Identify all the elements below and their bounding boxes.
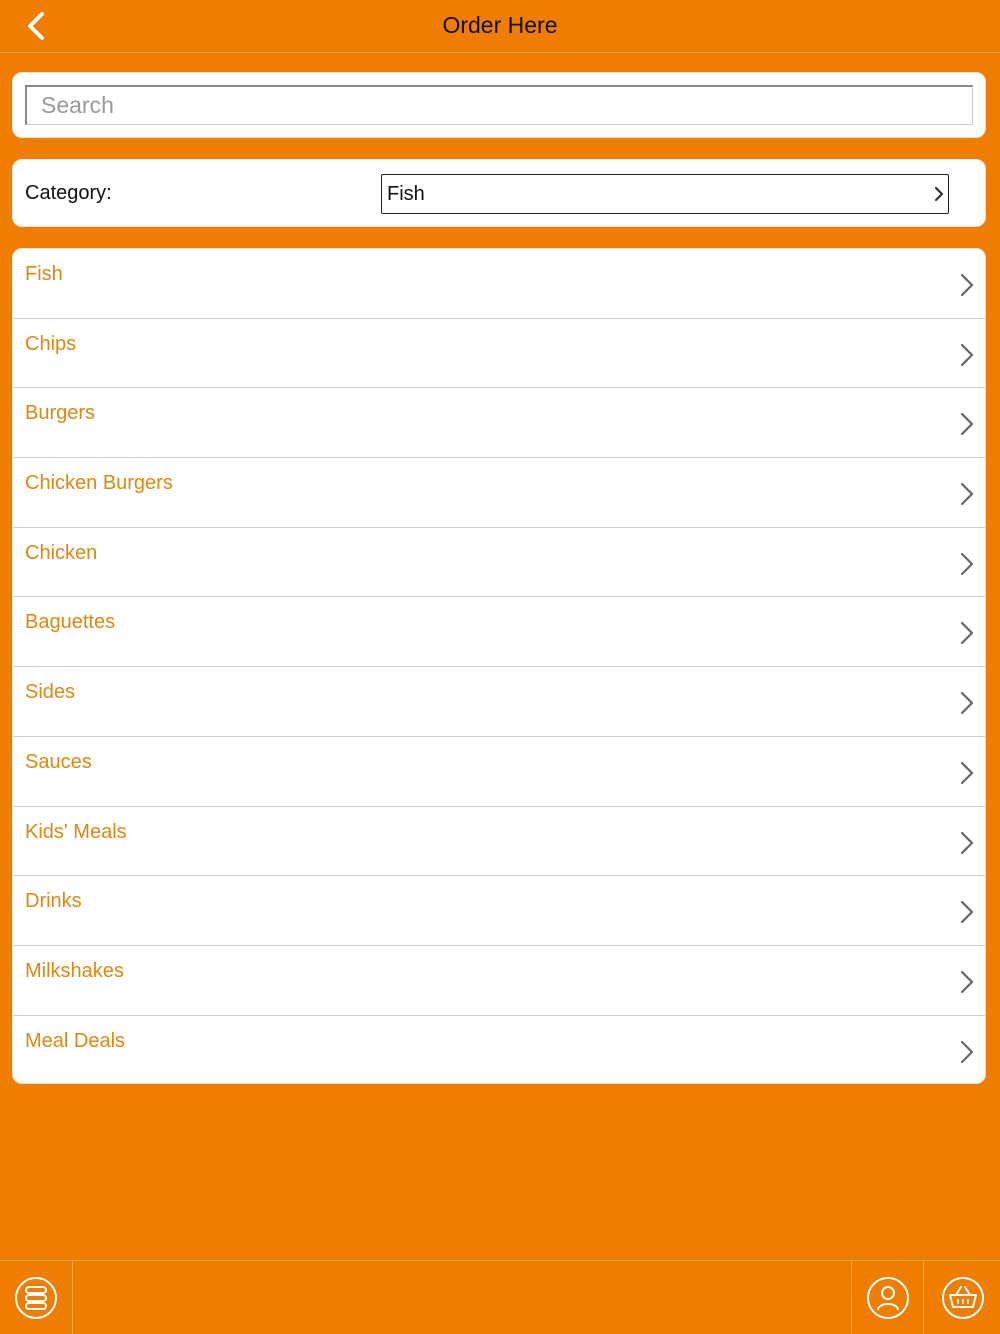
user-icon: [866, 1276, 909, 1319]
list-item-label: Fish: [25, 263, 63, 285]
list-item[interactable]: Meal Deals: [13, 1016, 985, 1083]
category-selected-value: Fish: [387, 183, 425, 205]
category-select[interactable]: Fish: [381, 174, 949, 214]
bottom-tab-bar: [0, 1260, 1000, 1334]
chevron-right-icon: [960, 413, 974, 436]
chevron-right-icon: [960, 622, 974, 645]
page-title: Order Here: [442, 12, 558, 38]
list-item[interactable]: Burgers: [13, 388, 985, 459]
list-item-label: Burgers: [25, 402, 96, 425]
list-item[interactable]: Chicken: [13, 528, 985, 598]
chevron-right-icon: [960, 1040, 974, 1063]
chevron-right-icon: [934, 186, 944, 202]
list-item[interactable]: Baguettes: [13, 597, 985, 668]
list-item-label: Sides: [25, 681, 76, 704]
chevron-right-icon: [960, 343, 974, 366]
menu-stack-icon: [15, 1276, 57, 1319]
list-item-label: Milkshakes: [25, 959, 124, 982]
chevron-right-icon: [960, 692, 974, 715]
list-item-label: Kids' Meals: [25, 820, 127, 843]
list-item-label: Sauces: [25, 750, 92, 773]
chevron-right-icon: [960, 761, 974, 784]
chevron-right-icon: [960, 901, 974, 924]
list-item-label: Baguettes: [25, 611, 116, 634]
list-item[interactable]: Sauces: [13, 737, 985, 807]
chevron-right-icon: [960, 970, 974, 993]
header-bar: Order Here: [0, 0, 1000, 53]
list-item-label: Chicken: [25, 541, 98, 564]
list-item[interactable]: Drinks: [13, 876, 985, 946]
list-item[interactable]: Kids' Meals: [13, 807, 985, 877]
basket-tab-button[interactable]: [926, 1261, 999, 1334]
chevron-right-icon: [960, 552, 974, 575]
basket-icon: [941, 1276, 984, 1319]
list-item[interactable]: Chicken Burgers: [13, 458, 985, 528]
chevron-right-icon: [960, 273, 974, 297]
list-item-label: Chicken Burgers: [25, 472, 173, 495]
category-label: Category:: [25, 182, 112, 204]
search-card: [12, 72, 986, 138]
list-item-label: Chips: [25, 332, 77, 355]
chevron-right-icon: [960, 831, 974, 854]
list-item[interactable]: Fish: [13, 249, 985, 319]
list-item[interactable]: Sides: [13, 667, 985, 737]
search-input[interactable]: [25, 85, 973, 125]
list-item-label: Drinks: [25, 890, 82, 913]
list-item[interactable]: Milkshakes: [13, 946, 985, 1016]
category-card: Category: Fish: [12, 159, 986, 227]
menu-tab-button[interactable]: [0, 1261, 73, 1334]
list-item[interactable]: Chips: [13, 319, 985, 389]
list-item-label: Meal Deals: [25, 1029, 126, 1052]
chevron-right-icon: [960, 482, 974, 506]
menu-category-list: Fish Chips Burgers Chicken Burgers Chick…: [12, 248, 986, 1084]
account-tab-button[interactable]: [851, 1261, 924, 1334]
